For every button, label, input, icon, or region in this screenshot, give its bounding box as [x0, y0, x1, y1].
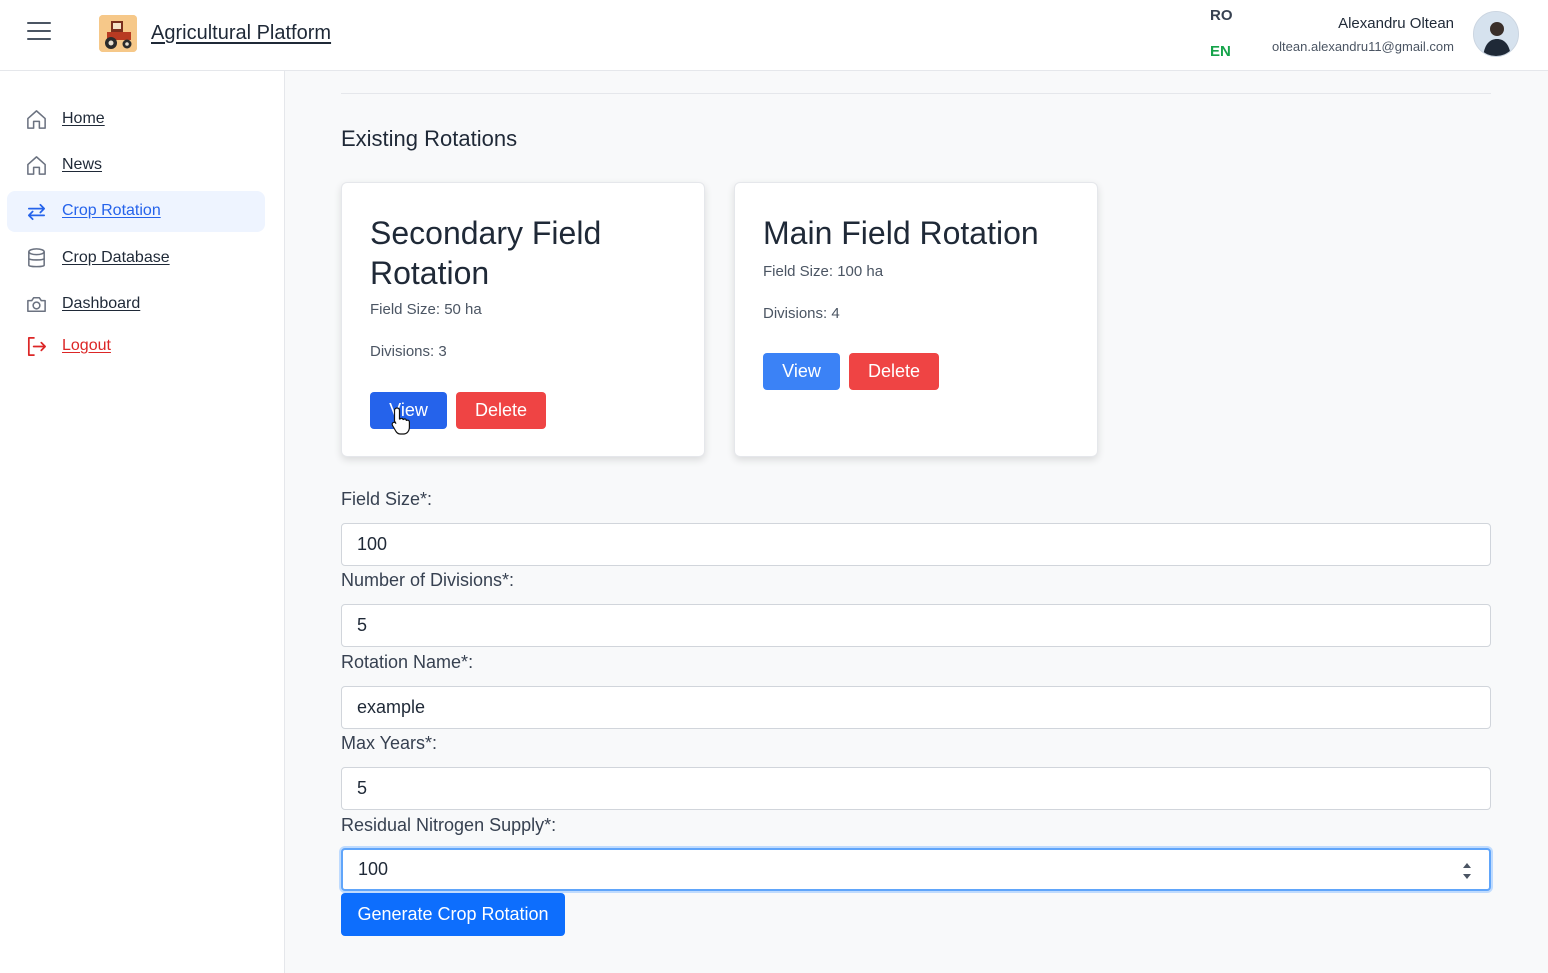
rotation-field-size: Field Size: 100 ha [763, 263, 884, 280]
rotation-name-input[interactable] [341, 686, 1491, 729]
divisions-input[interactable] [341, 604, 1491, 647]
sidebar-item-logout[interactable]: Logout [7, 326, 265, 367]
number-spinner-icon[interactable] [1459, 858, 1475, 884]
sidebar-item-label: Crop Database [62, 249, 170, 266]
rotation-name-label: Rotation Name*: [341, 652, 474, 672]
home-icon [27, 110, 46, 129]
field-size-label: Field Size*: [341, 489, 433, 509]
max-years-input[interactable] [341, 767, 1491, 810]
user-avatar[interactable] [1473, 11, 1519, 57]
hamburger-menu-icon[interactable] [27, 22, 51, 44]
home-icon [27, 156, 46, 175]
sidebar-item-label: Logout [62, 337, 111, 354]
camera-icon [27, 297, 46, 312]
rotation-arrows-icon [27, 203, 46, 221]
field-size-input[interactable] [341, 523, 1491, 566]
language-en-option[interactable]: EN [1210, 43, 1231, 60]
section-title: Existing Rotations [341, 126, 518, 151]
rotation-field-size: Field Size: 50 ha [370, 301, 482, 318]
sidebar-item-news[interactable]: News [7, 145, 265, 186]
rotation-card-main: Main Field Rotation Field Size: 100 ha D… [734, 182, 1098, 457]
max-years-label: Max Years*: [341, 733, 438, 753]
delete-button[interactable]: Delete [849, 353, 939, 390]
logout-icon [27, 337, 46, 356]
database-icon [28, 248, 45, 268]
view-button[interactable]: View [370, 392, 447, 429]
view-button[interactable]: View [763, 353, 840, 390]
rotation-card-secondary: Secondary Field Rotation Field Size: 50 … [341, 182, 705, 457]
section-divider [341, 93, 1491, 94]
sidebar-item-label: Dashboard [62, 295, 141, 312]
app-title[interactable]: Agricultural Platform [151, 22, 331, 45]
rotation-divisions: Divisions: 3 [370, 343, 447, 360]
nitrogen-supply-input[interactable] [341, 848, 1491, 891]
sidebar-item-label: Crop Rotation [62, 202, 161, 219]
sidebar: Home News Crop Rotation Crop Database Da… [0, 71, 285, 973]
sidebar-item-crop-database[interactable]: Crop Database [7, 238, 265, 279]
top-bar: Agricultural Platform RO EN Alexandru Ol… [0, 0, 1548, 71]
user-email: oltean.alexandru11@gmail.com [1271, 39, 1454, 54]
delete-button[interactable]: Delete [456, 392, 546, 429]
user-name: Alexandru Oltean [1338, 15, 1454, 32]
sidebar-item-home[interactable]: Home [7, 99, 265, 140]
nitrogen-supply-label: Residual Nitrogen Supply*: [341, 815, 557, 835]
sidebar-item-label: Home [62, 110, 105, 127]
generate-crop-rotation-button[interactable]: Generate Crop Rotation [341, 893, 565, 936]
sidebar-item-label: News [62, 156, 103, 173]
rotation-card-title: Main Field Rotation [763, 215, 1039, 251]
tractor-logo-icon [99, 15, 137, 52]
sidebar-item-dashboard[interactable]: Dashboard [7, 284, 265, 325]
rotation-card-title: Secondary Field Rotation [370, 215, 602, 291]
sidebar-item-crop-rotation[interactable]: Crop Rotation [7, 191, 265, 232]
divisions-label: Number of Divisions*: [341, 570, 515, 590]
rotation-divisions: Divisions: 4 [763, 305, 840, 322]
language-ro-option[interactable]: RO [1210, 7, 1233, 24]
